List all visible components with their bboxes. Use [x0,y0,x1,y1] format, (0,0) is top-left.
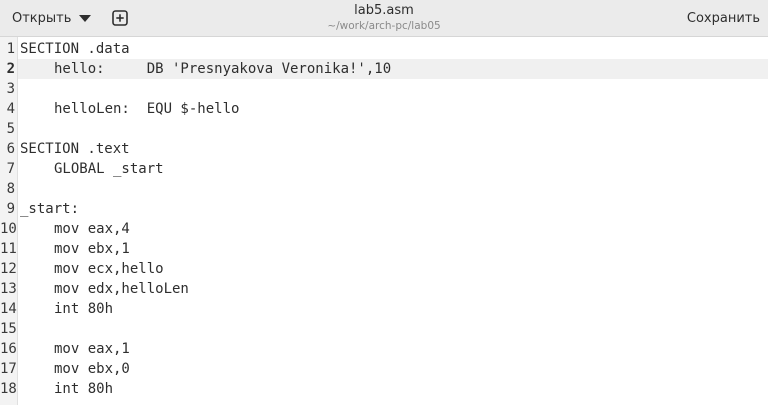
header-bar: Открыть lab5.asm ~/work/arch-pc/lab05 Со… [0,0,768,37]
code-line[interactable]: mov ecx,hello [18,259,768,279]
code-line-text: SECTION .text [20,141,130,157]
code-line-text: int 80h [54,381,114,397]
line-number: 14 [0,301,17,317]
line-number: 10 [0,221,17,237]
line-number: 15 [0,321,17,337]
save-button[interactable]: Сохранить [679,4,760,32]
code-line[interactable]: mov eax,1 [18,339,768,359]
line-number: 7 [6,161,15,177]
open-button[interactable]: Открыть [4,4,99,32]
line-number: 12 [0,261,17,277]
plus-square-icon [112,10,128,26]
code-view[interactable]: SECTION .data hello: DB 'Presnyakova Vero… [18,37,768,405]
open-button-label: Открыть [12,10,72,26]
code-line[interactable] [18,79,768,99]
code-line-text: _start: [20,201,80,217]
code-line-text: int 80h [54,301,114,317]
chevron-down-icon [79,15,92,22]
code-line-text: mov ecx,hello [54,261,164,277]
code-line-text: hello: DB 'Presnyakova Veronika!',10 [54,61,392,77]
line-number: 5 [6,121,15,137]
line-number: 6 [6,141,15,157]
line-number: 13 [0,281,17,297]
line-number: 9 [6,201,15,217]
code-line[interactable]: GLOBAL _start [18,159,768,179]
line-number: 17 [0,361,17,377]
code-line-text: helloLen: EQU $-hello [54,101,240,117]
code-line[interactable]: mov ebx,1 [18,239,768,259]
line-number-gutter: 1 2 3 4 5 6 7 8 9 10 11 12 13 14 15 16 17 18 [0,37,18,405]
code-line[interactable]: mov eax,4 [18,219,768,239]
text-editor-window: Открыть lab5.asm ~/work/arch-pc/lab05 Со… [0,0,768,405]
code-line-text: SECTION .data [20,41,130,57]
line-number: 11 [0,241,17,257]
new-document-button[interactable] [108,6,132,30]
code-line[interactable]: mov edx,helloLen [18,279,768,299]
code-line[interactable]: helloLen: EQU $-hello [18,99,768,119]
code-line-text: GLOBAL _start [54,161,164,177]
line-number: 1 [6,41,15,57]
code-line[interactable]: int 80h [18,379,768,399]
line-number: 4 [6,101,15,117]
code-line-text: mov ebx,0 [54,361,130,377]
code-line[interactable]: int 80h [18,299,768,319]
editor-area[interactable]: 1 2 3 4 5 6 7 8 9 10 11 12 13 14 15 16 17 18 SECTION .dat… [0,37,768,405]
code-line[interactable] [18,119,768,139]
code-line-text: mov eax,1 [54,341,130,357]
line-number: 3 [6,81,15,97]
line-number: 2 [6,61,15,77]
code-line-text: mov eax,4 [54,221,130,237]
code-line-text: mov edx,helloLen [54,281,189,297]
code-line[interactable]: SECTION .data [18,39,768,59]
line-number: 8 [6,181,15,197]
code-line[interactable]: mov ebx,0 [18,359,768,379]
code-line[interactable]: hello: DB 'Presnyakova Veronika!',10 [18,59,768,79]
code-line[interactable]: _start: [18,199,768,219]
code-line[interactable]: SECTION .text [18,139,768,159]
code-line[interactable] [18,179,768,199]
line-number: 16 [0,341,17,357]
code-line[interactable] [18,319,768,339]
code-line-text: mov ebx,1 [54,241,130,257]
line-number: 18 [0,381,17,397]
